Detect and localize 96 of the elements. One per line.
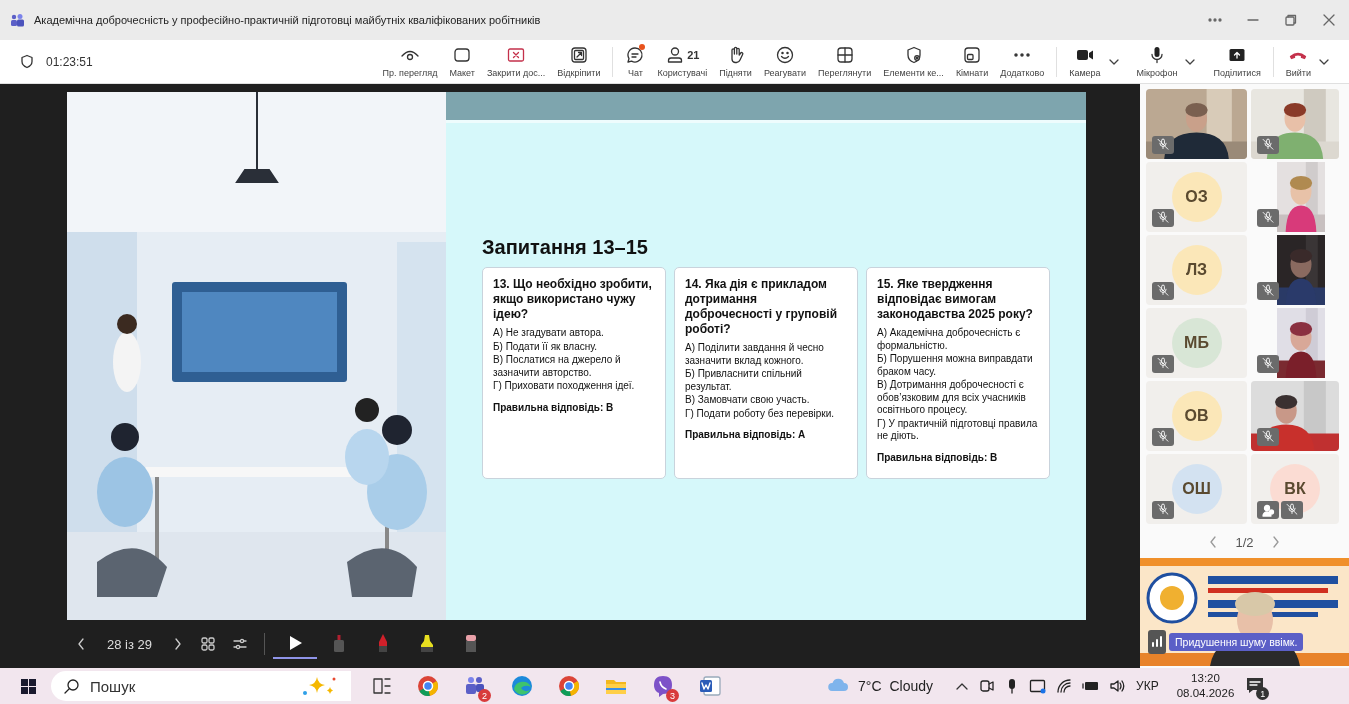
answer-option: В) Послатися на джерело й зазначити авторство. [493,354,655,379]
toolbar-button[interactable]: 21 Користувачі [651,43,714,80]
notification-badge: 1 [1256,687,1270,700]
edge-icon [510,674,534,698]
answer-option: Г) Приховати походження ідеї. [493,380,655,393]
more-icon [1014,53,1031,57]
answer-option: А) Академічна доброчесність є формальністю. [877,327,1039,352]
temperature: 7°C [858,678,882,694]
toolbar-button[interactable]: Пр. перегляд [376,43,444,80]
toolbar-button[interactable]: Камера [1063,43,1107,80]
participant-tile[interactable]: ОВ [1146,381,1247,451]
taskbar-app[interactable] [557,674,581,698]
word-icon [698,674,722,698]
taskbar-app[interactable] [416,674,440,698]
smiley-icon [774,45,795,65]
search-icon [63,677,80,695]
participant-tile[interactable]: ЛЗ [1146,235,1247,305]
toolbar-button[interactable]: Вийти [1279,43,1317,80]
toolbar-button[interactable]: Відкріпити [551,43,607,80]
avatar-initials: ОЗ [1171,172,1222,222]
answer-option: Б) Привласнити спільний результат. [685,368,847,393]
participant-tile[interactable]: ВК [1251,454,1339,524]
toolbar-button[interactable]: Підняти [713,43,758,80]
signal-bars-icon [1151,636,1163,647]
search-field[interactable]: Пошук [88,676,212,696]
answer-option: В) Замовчати свою участь. [685,394,847,407]
input-language[interactable]: УКР [1136,679,1159,693]
wifi-icon[interactable] [1056,678,1073,694]
noise-suppression-badge: Придушення шуму ввімк. [1169,633,1304,651]
weather-condition: Cloudy [889,678,934,694]
grid-icon [200,636,216,652]
answer-option: А) Не згадувати автора. [493,327,655,340]
chat-icon [625,45,646,65]
toolbar-button[interactable]: Мікрофон [1130,43,1184,80]
avatar-initials: МБ [1171,318,1222,368]
speaker-icon[interactable] [1109,678,1127,694]
call-timer: 01:23:51 [46,54,93,69]
windows-icon [20,677,37,695]
toolbar-button[interactable]: Переглянути [811,43,878,80]
rooms-icon [962,45,983,65]
question-text: 13. Що необхідно зробити, якщо використано чужу ідею? [493,277,653,322]
meet-now-icon[interactable] [979,678,995,694]
start-button[interactable] [20,677,37,695]
avatar-initials: ОВ [1171,391,1222,441]
answer-option: Г) У практичній підготовці правила не діють. [877,417,1039,443]
viber-icon [651,674,675,698]
notification-badge: 3 [666,689,679,702]
avatar-initials: ОШ [1171,464,1222,514]
restore-icon [1283,13,1299,27]
toolbar-button[interactable]: Елементи ке... [877,43,950,80]
clock-date[interactable]: 08.04.2026 [1176,686,1235,701]
correct-answer: Правильна відповідь: В [877,451,999,463]
toolbar-button[interactable]: Реагувати [757,43,812,80]
search-box[interactable]: Пошук [51,671,351,701]
close-icon [506,45,527,65]
answer-option: В) Дотримання доброчесності є обов’язковим для всіх учасників освітнього процесу. [877,379,1039,417]
toolbar-button[interactable]: Чат [619,43,652,80]
task-view-button[interactable] [371,675,393,697]
question-text: 15. Яке твердження відповідає вимогам законодавства 2025 року? [877,277,1034,322]
pop-out-icon [568,45,589,65]
slide-title: Запитання 13–15 [482,236,649,259]
toolbar-button[interactable]: Кімнати [949,43,995,80]
toolbar-button[interactable]: Поділитися [1207,43,1267,80]
sliders-icon [232,636,248,652]
layout-icon [452,45,473,65]
page-indicator: 1/2 [1235,534,1254,550]
avatar-initials: ЛЗ [1171,245,1222,295]
chrome-icon [557,674,581,698]
correct-answer: Правильна відповідь: В [493,401,615,413]
clock-time[interactable]: 13:20 [1191,671,1220,686]
participant-tile[interactable]: ОШ [1146,454,1247,524]
answer-option: А) Поділити завдання й чесно зазначити вклад кожного. [685,342,847,367]
toolbar-button[interactable]: Додатково [994,43,1051,80]
answer-option: Б) Порушення можна виправдати браком часу. [877,353,1039,378]
participant-tile[interactable]: МБ [1146,308,1247,378]
notifications-button[interactable]: 1 [1244,675,1267,697]
notification-badge: 2 [478,689,491,702]
grid-icon [834,45,855,65]
close-icon [1321,13,1337,27]
answer-option: Г) Подати роботу без перевірки. [685,407,847,420]
window-title: Академічна доброчесність у професійно-практичній підготовці майбутніх кваліфікованих робітників [34,14,542,26]
toolbar-button[interactable]: Закрити дос... [480,43,552,80]
display-icon[interactable] [1029,678,1047,694]
task-view-icon [371,675,393,697]
correct-answer: Правильна відповідь: А [685,429,807,440]
taskbar-app[interactable] [510,674,534,698]
toolbar-button[interactable]: Макет [443,43,481,80]
taskbar-app[interactable]: 3 [651,674,675,698]
shield-icon [20,54,34,69]
question-text: 14. Яка дія є прикладом дотримання доброчесності у груповій роботі? [685,277,839,337]
app-icon [10,13,24,27]
answer-option: Б) Подати її як власну. [493,340,655,353]
taskbar-app[interactable] [698,674,722,698]
page-counter: 28 із 29 [107,636,152,652]
chrome-icon [416,674,440,698]
participant-tile[interactable]: ОЗ [1146,162,1247,232]
